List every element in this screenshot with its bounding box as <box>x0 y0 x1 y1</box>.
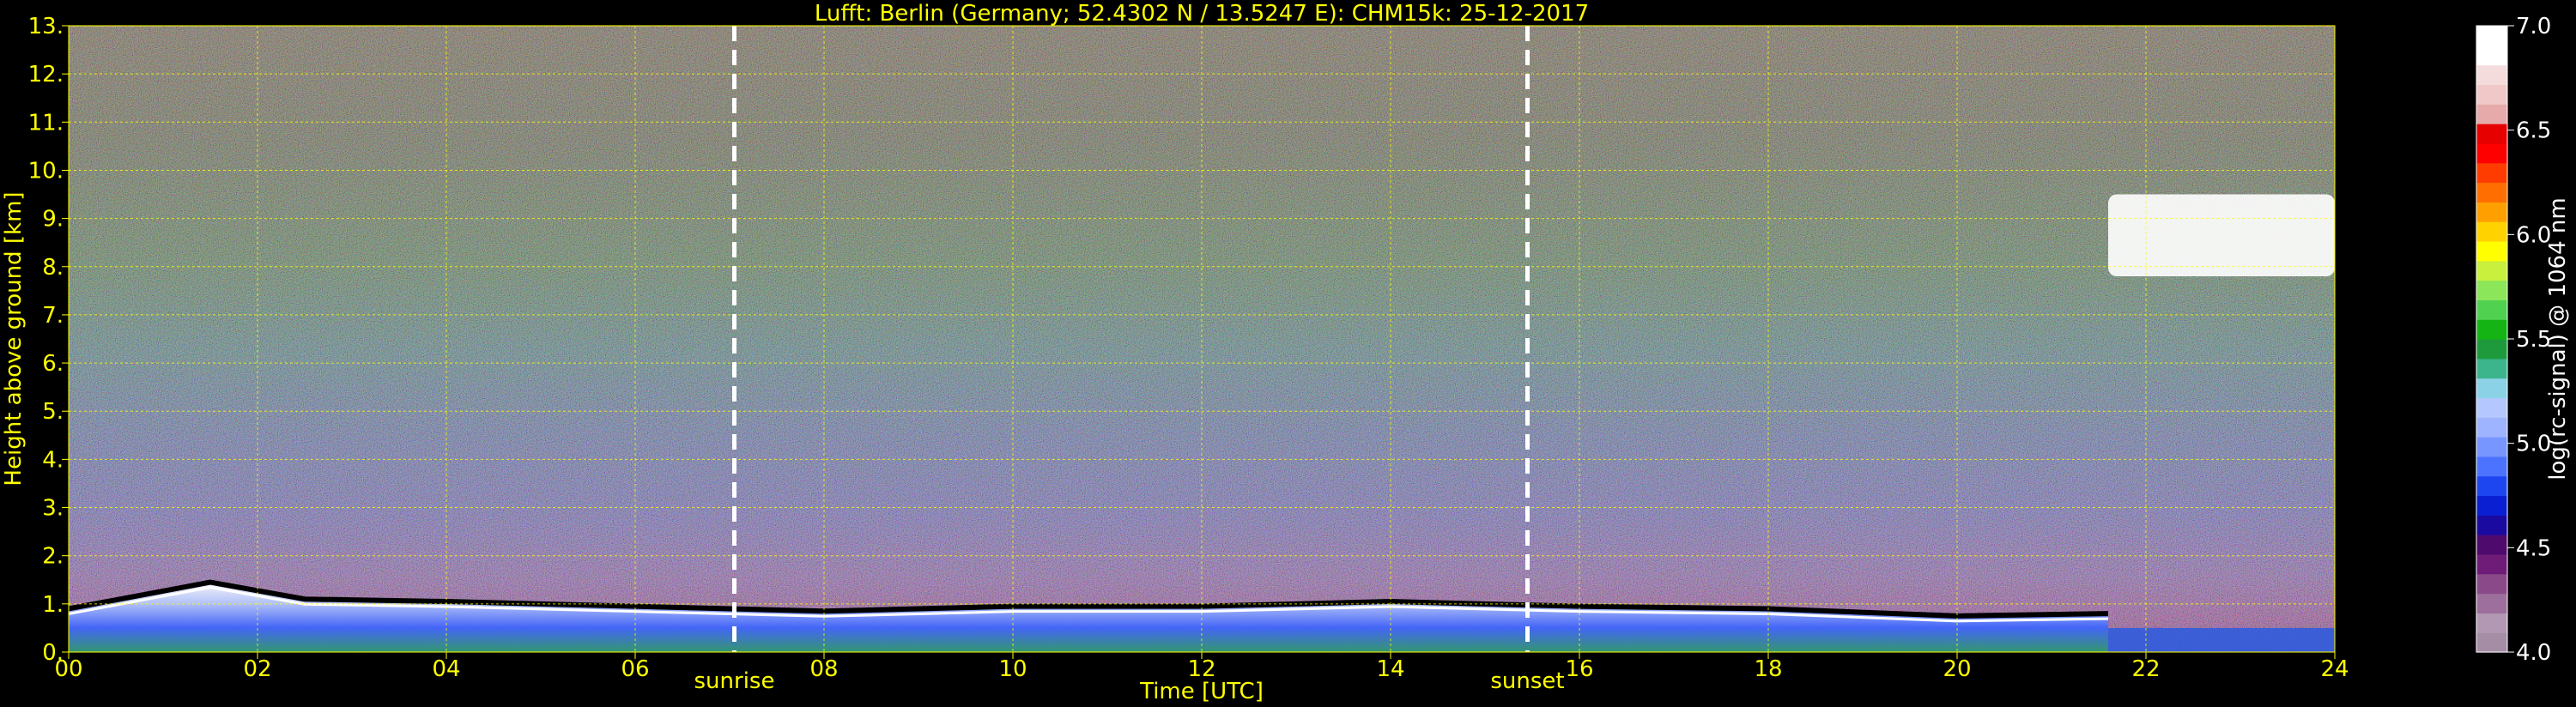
upper-cloud <box>2108 194 2335 276</box>
y-tick-label: 8. <box>42 255 64 281</box>
y-axis-label: Height above ground [km] <box>1 191 27 486</box>
colorbar-segment <box>2476 358 2507 379</box>
x-tick-label: 12 <box>1187 656 1215 682</box>
y-tick-label: 7. <box>42 303 64 329</box>
y-tick-label: 0. <box>42 640 64 666</box>
x-tick-label: 14 <box>1376 656 1404 682</box>
colorbar-segment <box>2476 437 2507 457</box>
colorbar-segment <box>2476 573 2507 595</box>
colorbar-tick-label: 4.5 <box>2516 535 2551 561</box>
x-tick-label: 20 <box>1943 656 1971 682</box>
y-tick-label: 12. <box>28 62 64 88</box>
x-tick-label: 18 <box>1754 656 1782 682</box>
y-tick-label: 6. <box>42 351 64 377</box>
x-tick-label: 16 <box>1565 656 1593 682</box>
colorbar-segment <box>2476 64 2507 86</box>
colorbar-segment <box>2476 339 2507 360</box>
colorbar-segment <box>2476 535 2507 555</box>
colorbar-segment <box>2476 632 2507 653</box>
sunrise-label: sunrise <box>694 668 775 694</box>
y-tick-label: 10. <box>28 158 64 184</box>
colorbar-segment <box>2476 142 2507 164</box>
y-tick-label: 1. <box>42 592 64 618</box>
colorbar-segment <box>2476 515 2507 535</box>
y-axis-ticks: 0. 1. 2. 3. 4. 5. 6. 7. 8. 9. 10. 11. 12. 13. <box>28 14 69 666</box>
x-tick-label: 22 <box>2131 656 2160 682</box>
sunset-label: sunset <box>1490 668 1564 694</box>
y-tick-label: 9. <box>42 207 64 233</box>
colorbar-tick-label: 7.0 <box>2516 14 2551 39</box>
x-tick-label: 24 <box>2320 656 2349 682</box>
residual-layer <box>2108 627 2335 652</box>
colorbar-segment <box>2476 260 2507 281</box>
colorbar-segment <box>2476 104 2507 124</box>
colorbar-segment <box>2476 417 2507 438</box>
y-tick-label: 4. <box>42 447 64 473</box>
colorbar-segment <box>2476 613 2507 633</box>
colorbar-segment <box>2476 475 2507 497</box>
x-axis-label: Time [UTC] <box>1139 679 1264 704</box>
colorbar-segment <box>2476 202 2507 222</box>
colorbar-segment <box>2476 280 2507 300</box>
colorbar-segment <box>2476 162 2507 184</box>
colorbar-segment <box>2476 124 2507 144</box>
colorbar-segment <box>2476 299 2507 320</box>
colorbar-segment <box>2476 45 2507 66</box>
colorbar <box>2476 25 2508 653</box>
plot-area <box>69 26 2335 652</box>
colorbar-segment <box>2476 26 2507 46</box>
colorbar-segment <box>2476 593 2507 613</box>
y-tick-label: 3. <box>42 496 64 522</box>
y-tick-label: 11. <box>28 110 64 136</box>
colorbar-segment <box>2476 84 2507 105</box>
ceilometer-chart: Lufft: Berlin (Germany; 52.4302 N / 13.5… <box>1 1 2571 704</box>
chart-title: Lufft: Berlin (Germany; 52.4302 N / 13.5… <box>815 1 1589 27</box>
x-tick-label: 02 <box>243 656 271 682</box>
colorbar-label: log(rc-signal) @ 1064 nm <box>2545 197 2571 480</box>
colorbar-tick-label: 4.0 <box>2516 640 2551 666</box>
colorbar-segment <box>2476 182 2507 202</box>
y-tick-label: 13. <box>28 14 64 39</box>
colorbar-segment <box>2476 553 2507 575</box>
colorbar-segment <box>2476 495 2507 516</box>
y-tick-label: 5. <box>42 399 64 425</box>
x-tick-label: 10 <box>998 656 1027 682</box>
colorbar-segment <box>2476 397 2507 418</box>
colorbar-segment <box>2476 378 2507 399</box>
y-tick-label: 2. <box>42 544 64 570</box>
x-axis-ticks: 00 02 04 06 08 10 12 14 16 18 20 22 24 <box>54 652 2349 682</box>
colorbar-segment <box>2476 240 2507 262</box>
x-tick-label: 08 <box>809 656 838 682</box>
colorbar-segment <box>2476 319 2507 340</box>
colorbar-segment <box>2476 221 2507 242</box>
colorbar-tick-label: 6.5 <box>2516 118 2551 144</box>
x-tick-label: 04 <box>432 656 460 682</box>
colorbar-segment <box>2476 456 2507 477</box>
x-tick-label: 06 <box>621 656 649 682</box>
